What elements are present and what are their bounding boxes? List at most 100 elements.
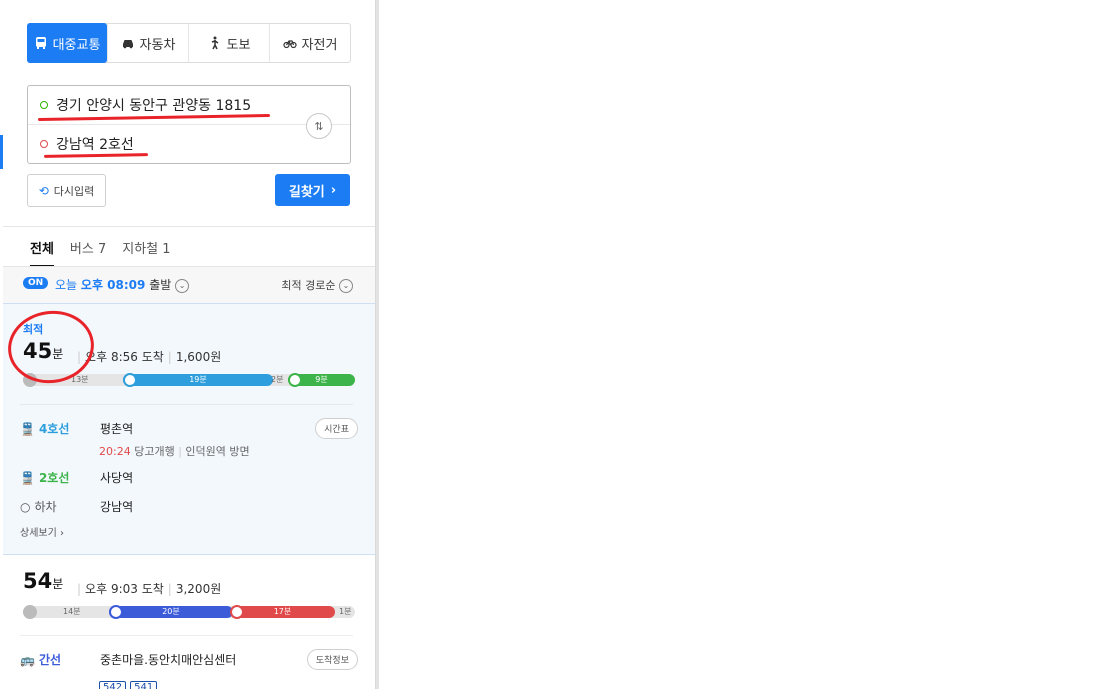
today-label: 오늘 [55,278,78,292]
subway-icon [288,373,302,387]
line-label: ○ 하차 [20,498,100,515]
search-button[interactable]: 길찾기 › [275,174,350,206]
tab-walk[interactable]: 도보 [188,24,269,62]
tab-car[interactable]: 자동차 [107,24,188,62]
search-label: 길찾기 [288,184,325,200]
walk-icon [23,605,37,619]
line-name: 하차 [34,500,57,514]
result-tabs: 전체 버스 7 지하철 1 [30,238,171,267]
bus-icon [109,605,123,619]
refresh-icon: ⟲ [38,183,49,198]
train-platform: 인덕원역 방면 [185,445,250,458]
detail-label: 상세보기 [20,528,57,539]
sort-label: 최적 경로순 [281,279,336,292]
bus-number[interactable]: 542 [99,681,127,689]
station-name: 강남역 [100,500,134,514]
tab-bicycle[interactable]: 자전거 [269,24,350,62]
step-row: ○ 하차 강남역 [20,498,133,515]
station-name: 중촌마을.동안치매안심센터 [100,653,237,667]
duration: 54분 [23,569,63,593]
fare: 1,600원 [175,350,222,364]
segment-subway-4: 19분 [123,374,273,386]
end-field[interactable]: 강남역 2호선 [40,134,134,154]
bus-numbers: 542 541 [99,675,161,689]
chevron-right-icon: › [330,182,337,198]
subway-icon [123,373,137,387]
segment-bus: 17분 [230,606,335,618]
station-name: 사당역 [100,471,134,485]
step-row: 🚌 간선 중촌마을.동안치매안심센터 [20,651,236,668]
bus-icon [230,605,244,619]
divider [3,226,375,227]
route-panel: 대중교통 자동차 도보 자전거 경기 안양시 동안구 관양동 1815 강남역 … [0,0,376,689]
on-badge[interactable]: ON [23,277,49,289]
segment-bus: 20분 [109,606,233,618]
fare: 3,200원 [175,582,222,596]
walk-icon [211,36,218,50]
mode-tabs: 대중교통 자동차 도보 자전거 [27,23,351,63]
timetable-button[interactable]: 시간표 [315,418,358,439]
segment-bar: 14분 20분 17분 1분 [23,605,355,619]
tab-bicycle-label: 자전거 [301,37,338,53]
station-name: 평촌역 [100,422,134,436]
bicycle-icon [282,40,297,49]
line-label: 🚆 4호선 [20,420,100,437]
divider [20,404,353,405]
chevron-down-icon: ⌄ [175,278,190,293]
route-divider [28,124,350,125]
line-name: 4호선 [38,422,70,436]
arrive-time: 오후 9:03 도착 [85,582,164,596]
car-icon [122,40,133,49]
bus-icon [35,37,46,49]
reset-button[interactable]: ⟲ 다시입력 [27,174,106,207]
arrive-time: 오후 8:56 도착 [85,350,164,364]
depart-suffix: 출발 [149,278,172,292]
tab-bus[interactable]: 버스 7 [70,238,106,267]
start-field[interactable]: 경기 안양시 동안구 관양동 1815 [40,95,251,115]
start-dot-icon [40,101,48,109]
train-direction: 당고개행 [134,445,175,458]
start-text: 경기 안양시 동안구 관양동 1815 [56,98,252,114]
side-indicator [0,135,3,169]
map-edge [376,0,379,689]
time-label: 오후 08:09 [80,278,146,292]
arrival-info-button[interactable]: 도착정보 [306,649,358,670]
tab-subway[interactable]: 지하철 1 [122,238,170,267]
end-dot-icon [40,140,48,148]
tab-car-label: 자동차 [139,37,176,53]
tab-transit-label: 대중교통 [52,37,101,53]
subway-icon: 🚆 [20,470,35,485]
bus-icon: 🚌 [20,652,35,667]
train-time: 20:24 [99,445,131,458]
divider [20,635,353,636]
chevron-down-icon: ⌄ [339,279,353,293]
end-text: 강남역 2호선 [56,137,134,153]
route-input-box: 경기 안양시 동안구 관양동 1815 강남역 2호선 ⇅ [27,85,351,164]
line-name: 간선 [38,653,62,667]
duration-number: 54 [23,569,53,593]
segment-walk: 14분 [63,607,81,616]
arrive-info: | 오후 8:56 도착 | 1,600원 [77,350,222,364]
line-label: 🚆 2호선 [20,469,100,486]
bus-number[interactable]: 541 [130,681,158,689]
reset-label: 다시입력 [53,184,95,198]
train-info: 20:24 당고개행 | 인덕원역 방면 [99,445,250,458]
depart-time[interactable]: 오늘 오후 08:09 출발 ⌄ [55,276,190,293]
sort-select[interactable]: 최적 경로순 ⌄ [281,277,353,293]
tab-all[interactable]: 전체 [30,238,54,267]
filter-bar: ON 오늘 오후 08:09 출발 ⌄ 최적 경로순 ⌄ [3,266,375,303]
tab-walk-label: 도보 [226,37,251,53]
tab-transit[interactable]: 대중교통 [27,23,107,63]
arrive-info: | 오후 9:03 도착 | 3,200원 [77,582,222,596]
step-row: 🚆 2호선 사당역 [20,469,133,486]
line-name: 2호선 [38,471,70,485]
segment-walk: 1분 [339,607,352,616]
detail-link[interactable]: 상세보기 › [20,524,64,539]
subway-icon: 🚆 [20,421,35,436]
route-card[interactable]: 54분 | 오후 9:03 도착 | 3,200원 14분 20분 17분 1분 🚌 간… [3,555,375,689]
exit-icon: ○ [20,499,31,514]
step-row: 🚆 4호선 평촌역 [20,420,133,437]
segment-walk: 2분 [271,375,284,384]
duration-unit: 분 [52,577,64,591]
swap-icon[interactable]: ⇅ [306,113,332,139]
